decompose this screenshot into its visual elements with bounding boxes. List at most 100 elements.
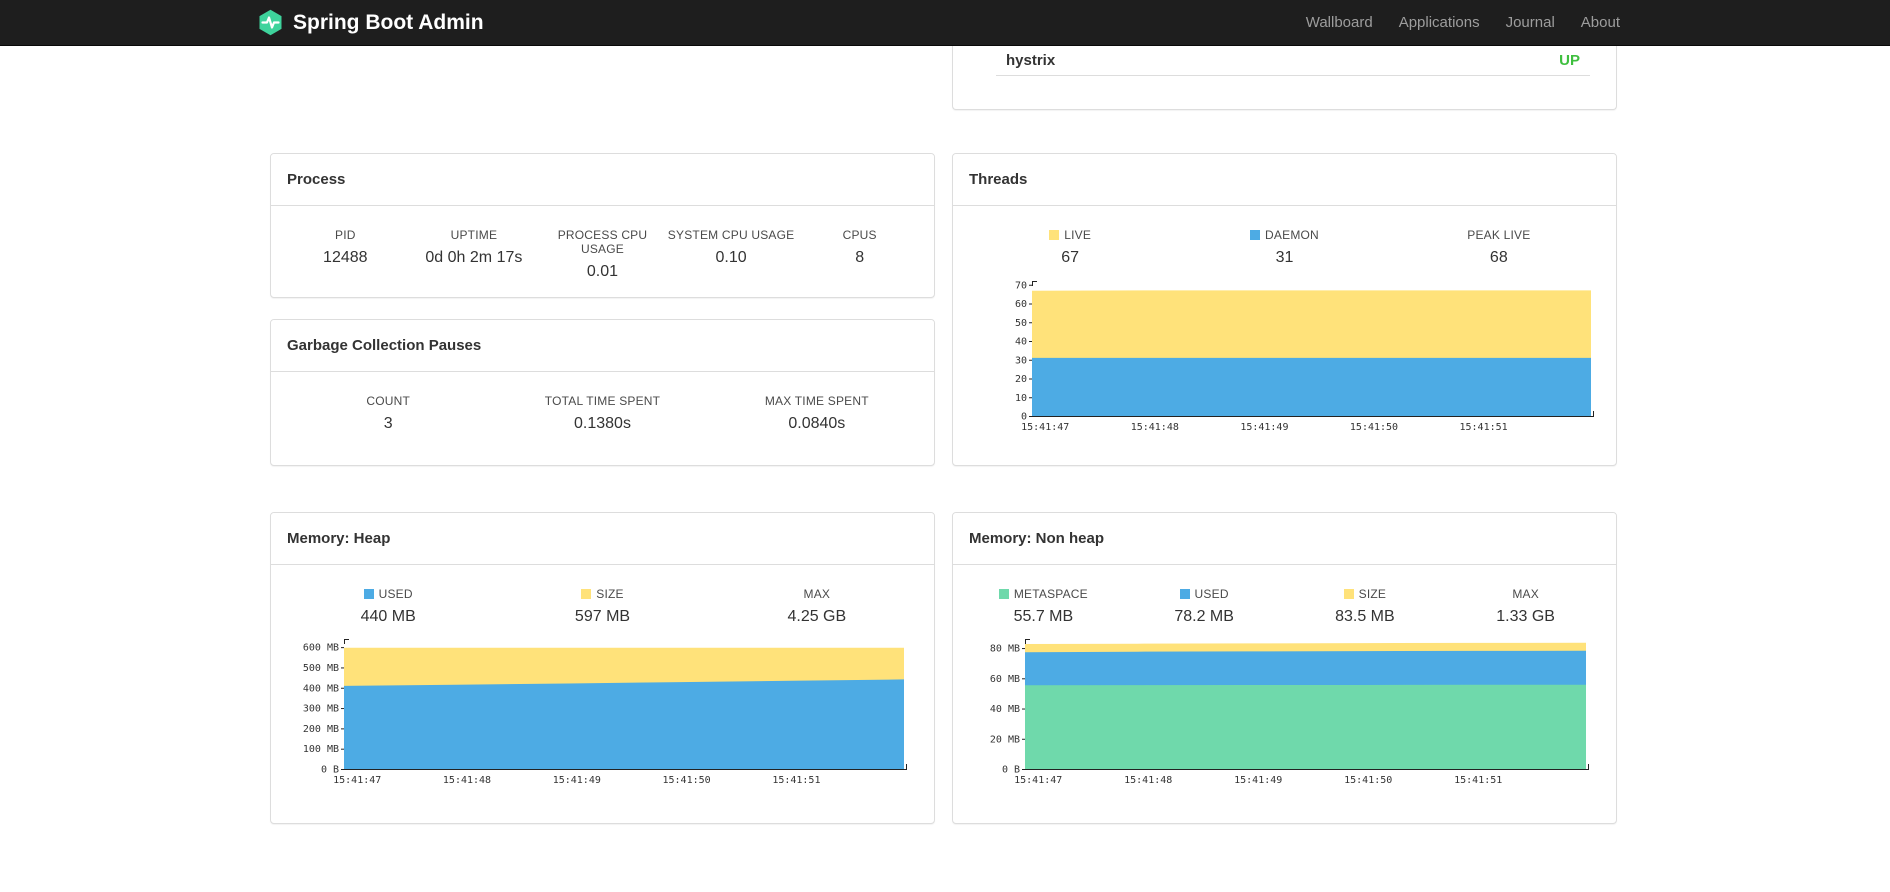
stat-value: 0.0840s: [788, 415, 846, 432]
stat-label: PROCESS CPU USAGE: [557, 228, 648, 256]
stat-value: 8: [855, 249, 865, 266]
stat-label: METASPACE: [963, 587, 1124, 601]
process-panel: Process PID 12488 UPTIME 0d 0h 2m 17s PROCES…: [270, 153, 935, 298]
svg-text:15:41:47: 15:41:47: [333, 775, 381, 786]
stat-value: 0d 0h 2m 17s: [425, 249, 523, 266]
stat-label: TOTAL TIME SPENT: [544, 394, 661, 408]
svg-text:15:41:47: 15:41:47: [1014, 775, 1062, 786]
stat-label: LIVE: [963, 228, 1177, 242]
navbar-menu: Wallboard Applications Journal About: [1293, 0, 1620, 45]
process-stat-2: PROCESS CPU USAGE 0.01: [538, 228, 667, 281]
stat-label: USED: [281, 587, 495, 601]
brand-link[interactable]: Spring Boot Admin: [257, 0, 484, 45]
area-chart-svg: 0 B 100 MB 200 MB 300 MB 400 MB 500 MB 600 MB 1…: [303, 639, 907, 786]
stat-value: 440 MB: [360, 608, 416, 625]
stat-label: MAX: [803, 587, 831, 601]
svg-text:10: 10: [1015, 393, 1027, 404]
stat-value: 0.10: [715, 249, 747, 266]
area-chart-svg: 0 B 20 MB 40 MB 60 MB 80 MB 15:41:47 15:41:48 1…: [990, 639, 1589, 786]
process-stat-4: CPUS 8: [795, 228, 924, 281]
svg-text:400 MB: 400 MB: [303, 683, 339, 694]
svg-text:0 B: 0 B: [321, 765, 339, 776]
svg-text:30: 30: [1015, 355, 1027, 366]
memory-heap-panel: Memory: Heap USED 440 MB SIZE 597 MB MAX 4.25…: [270, 512, 935, 824]
legend-swatch: [1049, 230, 1060, 240]
stat-label: MAX: [1512, 587, 1539, 601]
svg-text:15:41:51: 15:41:51: [772, 775, 820, 786]
process-stat-0: PID 12488: [281, 228, 410, 281]
svg-text:200 MB: 200 MB: [303, 724, 339, 735]
svg-text:40: 40: [1015, 337, 1027, 348]
gc-panel-title: Garbage Collection Pauses: [271, 320, 934, 372]
process-stat-3: SYSTEM CPU USAGE 0.10: [667, 228, 796, 281]
stat-value: 67: [1061, 249, 1080, 266]
svg-text:50: 50: [1015, 318, 1027, 329]
gc-stat-2: MAX TIME SPENT 0.0840s: [710, 394, 924, 433]
process-panel-title: Process: [271, 154, 934, 206]
svg-text:60 MB: 60 MB: [990, 674, 1020, 685]
stat-value: 83.5 MB: [1335, 608, 1395, 625]
area-chart-svg: 0 10 20 30 40 50 60 70 15:41:47 15:41:48 15:41:49 1…: [1015, 280, 1594, 433]
nonheap-legend-item-2: SIZE 83.5 MB: [1285, 587, 1446, 626]
stat-value: 0.1380s: [574, 415, 631, 432]
stat-value: 1.33 GB: [1496, 608, 1555, 625]
svg-text:80 MB: 80 MB: [990, 644, 1020, 655]
stat-label: DAEMON: [1177, 228, 1391, 242]
svg-text:500 MB: 500 MB: [303, 663, 339, 674]
stat-value: 597 MB: [574, 608, 631, 625]
stat-value: 0.01: [586, 263, 619, 280]
stat-label: SIZE: [495, 587, 709, 601]
health-status-badge: UP: [1559, 51, 1580, 69]
svg-text:70: 70: [1015, 280, 1027, 291]
brand-title: Spring Boot Admin: [293, 10, 484, 34]
threads-panel-title: Threads: [953, 154, 1616, 206]
svg-text:15:41:50: 15:41:50: [1344, 775, 1392, 786]
stat-value: 3: [383, 415, 393, 432]
health-indicator-name: hystrix: [1006, 51, 1056, 69]
threads-legend: LIVE 67 DAEMON 31 PEAK LIVE 68: [953, 206, 1616, 267]
stat-value: 78.2 MB: [1174, 608, 1234, 625]
svg-text:15:41:50: 15:41:50: [663, 775, 711, 786]
svg-text:40 MB: 40 MB: [990, 704, 1020, 715]
gc-stat-1: TOTAL TIME SPENT 0.1380s: [495, 394, 709, 433]
svg-text:15:41:48: 15:41:48: [443, 775, 491, 786]
memory-heap-chart: 0 B 100 MB 200 MB 300 MB 400 MB 500 MB 600 MB 1…: [298, 634, 907, 787]
svg-text:15:41:48: 15:41:48: [1124, 775, 1172, 786]
nav-item-journal[interactable]: Journal: [1493, 14, 1568, 31]
svg-text:0: 0: [1021, 412, 1027, 423]
stat-label: USED: [1124, 587, 1285, 601]
threads-legend-item-2: PEAK LIVE 68: [1392, 228, 1606, 267]
stat-value: 4.25 GB: [787, 608, 847, 625]
svg-text:15:41:49: 15:41:49: [1234, 775, 1282, 786]
nonheap-legend-item-0: METASPACE 55.7 MB: [963, 587, 1124, 626]
stat-label: SIZE: [1285, 587, 1446, 601]
stat-label: CPUS: [842, 228, 877, 242]
svg-text:20 MB: 20 MB: [990, 734, 1020, 745]
spring-boot-admin-logo-icon: [259, 9, 282, 36]
svg-text:15:41:51: 15:41:51: [1454, 775, 1502, 786]
svg-text:100 MB: 100 MB: [303, 744, 339, 755]
threads-legend-item-1: DAEMON 31: [1177, 228, 1391, 267]
stat-label: PEAK LIVE: [1467, 228, 1531, 242]
process-stats: PID 12488 UPTIME 0d 0h 2m 17s PROCESS CPU US…: [271, 206, 934, 281]
stat-label: COUNT: [366, 394, 410, 408]
stat-label: SYSTEM CPU USAGE: [667, 228, 795, 242]
threads-chart: 0 10 20 30 40 50 60 70 15:41:47 15:41:48 15:41:49 1…: [1011, 276, 1594, 434]
svg-text:20: 20: [1015, 374, 1027, 385]
nav-item-applications[interactable]: Applications: [1386, 14, 1493, 31]
nonheap-legend-item-1: USED 78.2 MB: [1124, 587, 1285, 626]
legend-swatch: [1343, 589, 1354, 599]
stat-label: MAX TIME SPENT: [764, 394, 869, 408]
heap-legend-item-0: USED 440 MB: [281, 587, 495, 626]
nav-item-wallboard[interactable]: Wallboard: [1293, 14, 1386, 31]
stat-value: 31: [1275, 249, 1294, 266]
stat-value: 68: [1489, 249, 1508, 266]
legend-swatch: [1179, 589, 1190, 599]
svg-text:0 B: 0 B: [1002, 765, 1020, 776]
stat-label: UPTIME: [450, 228, 498, 242]
gc-stat-0: COUNT 3: [281, 394, 495, 433]
nav-item-about[interactable]: About: [1568, 14, 1620, 31]
threads-legend-item-0: LIVE 67: [963, 228, 1177, 267]
legend-swatch: [581, 589, 592, 599]
gc-panel: Garbage Collection Pauses COUNT 3 TOTAL TI…: [270, 319, 935, 466]
